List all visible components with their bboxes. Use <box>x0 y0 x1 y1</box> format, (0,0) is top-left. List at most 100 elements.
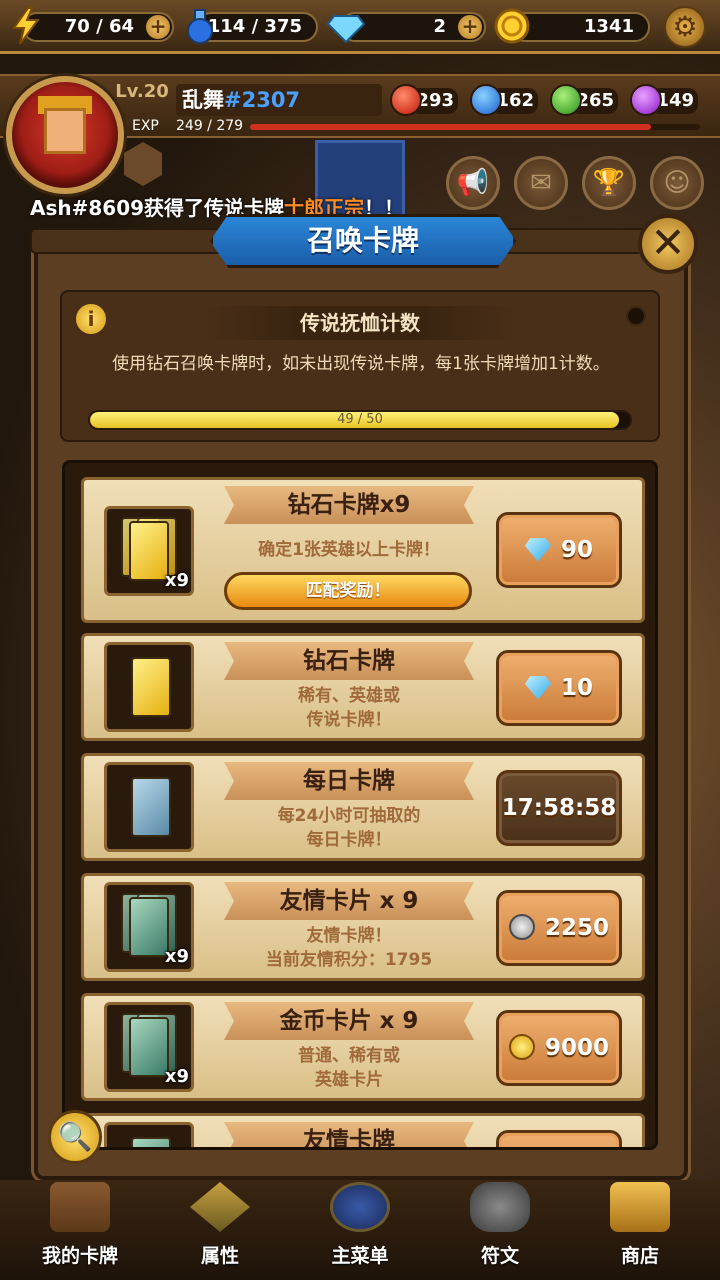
player-name-box: 乱舞#2307 <box>176 84 382 116</box>
purple-orb-icon <box>630 84 662 116</box>
price-value: 90 <box>560 537 593 563</box>
card-thumb: x9 <box>104 506 194 596</box>
pity-progress-text: 49 / 50 <box>337 412 383 427</box>
exp-value: 249 / 279 <box>176 118 244 134</box>
gold-coin-icon <box>494 8 530 44</box>
card-count: x9 <box>164 946 189 967</box>
nav-runes[interactable]: 符文 <box>430 1180 570 1280</box>
card-thumb: x9 <box>104 882 194 972</box>
card-title: 友情卡牌 <box>224 1122 474 1147</box>
settings-gear-icon[interactable]: ⚙ <box>664 6 706 48</box>
card-front-image <box>131 1137 171 1147</box>
card-row-daily: 每日卡牌 每24小时可抽取的 每日卡牌！ 17:58:58 <box>81 753 645 861</box>
buy-diamond-button[interactable]: 10 <box>496 650 622 726</box>
nav-label: 商店 <box>620 1245 659 1267</box>
player-name: 乱舞 <box>182 88 224 112</box>
rune-stone-icon <box>470 1182 530 1232</box>
nav-label: 符文 <box>480 1245 519 1267</box>
card-front-image <box>129 1017 169 1077</box>
card-row-diamond-x9: x9 钻石卡牌x9 确定1张英雄以上卡牌！ 匹配奖励！ 90 <box>81 477 645 623</box>
nav-shop[interactable]: 商店 <box>570 1180 710 1280</box>
price-value: 9000 <box>544 1035 609 1061</box>
dot-indicator-icon <box>626 306 646 326</box>
diamond-icon <box>524 538 551 562</box>
green-orb-icon <box>550 84 582 116</box>
nav-label: 我的卡牌 <box>41 1245 118 1267</box>
close-icon[interactable]: ✕ <box>638 214 698 274</box>
summon-card-list[interactable]: x9 钻石卡牌x9 确定1张英雄以上卡牌！ 匹配奖励！ 90 钻石卡牌 稀有、英… <box>62 460 658 1150</box>
treasure-chest-icon <box>610 1182 670 1232</box>
potion-value: 114 / 375 <box>207 16 302 37</box>
card-front-image <box>131 777 171 837</box>
card-description-line2: 传说卡牌！ <box>306 710 392 730</box>
card-front-image <box>129 897 169 957</box>
diamond-value: 2 <box>433 16 446 37</box>
card-thumb <box>104 1122 194 1147</box>
card-row-diamond: 钻石卡牌 稀有、英雄或 传说卡牌！ 10 <box>81 633 645 741</box>
nav-label: 属性 <box>200 1245 239 1267</box>
card-description: 确定1张英雄以上卡牌！ <box>258 540 440 560</box>
exp-bar <box>250 124 700 130</box>
buy-gold-x9-button[interactable]: 9000 <box>496 1010 622 1086</box>
card-title: 钻石卡牌x9 <box>224 486 474 524</box>
nav-label: 主菜单 <box>331 1245 389 1267</box>
pity-description: 使用钻石召唤卡牌时，如未出现传说卡牌，每1张卡牌增加1计数。 <box>112 354 610 374</box>
card-box-icon <box>50 1182 110 1232</box>
card-description-line2: 当前友情积分：1795 <box>265 950 433 970</box>
silver-coin-icon <box>508 913 535 940</box>
bonus-button[interactable]: 匹配奖励！ <box>224 572 472 610</box>
add-energy-button[interactable]: + <box>146 15 170 39</box>
card-description-line1: 每24小时可抽取的 <box>277 806 421 826</box>
bottom-nav: 我的卡牌 属性 主菜单 符文 商店 <box>0 1180 720 1280</box>
dialog-title: 召唤卡牌 <box>210 214 516 268</box>
buy-friendship-x9-button[interactable]: 2250 <box>496 890 622 966</box>
friends-icon[interactable]: ☺ <box>650 156 704 210</box>
exp-bar-fill <box>250 124 652 130</box>
card-row-friendship-x9: x9 友情卡片 x 9 友情卡牌！ 当前友情积分：1795 2250 <box>81 873 645 981</box>
buy-friendship-button[interactable] <box>496 1130 622 1147</box>
nav-attributes[interactable]: 属性 <box>150 1180 290 1280</box>
nav-main-menu[interactable]: 主菜单 <box>290 1180 430 1280</box>
price-value: 2250 <box>544 915 609 941</box>
diamond-icon <box>326 15 366 44</box>
card-title: 钻石卡牌 <box>224 642 474 680</box>
card-description-line1: 普通、稀有或 <box>298 1046 400 1066</box>
card-description-line1: 稀有、英雄或 <box>298 686 400 706</box>
exp-label: EXP <box>132 118 159 134</box>
megaphone-icon[interactable]: 📢 <box>446 156 500 210</box>
blue-orb-icon <box>470 84 502 116</box>
price-value: 10 <box>560 675 593 701</box>
info-icon[interactable]: i <box>76 304 106 334</box>
card-description-line2: 英雄卡片 <box>315 1070 383 1090</box>
potion-icon <box>187 9 213 44</box>
card-front-image <box>131 657 171 717</box>
buy-diamond-x9-button[interactable]: 90 <box>496 512 622 588</box>
red-orb-icon <box>390 84 422 116</box>
nav-my-cards[interactable]: 我的卡牌 <box>10 1180 150 1280</box>
search-magnifier-icon[interactable]: 🔍 <box>48 1110 102 1164</box>
card-thumb <box>104 762 194 852</box>
energy-value: 70 / 64 <box>64 16 134 37</box>
card-title: 每日卡牌 <box>224 762 474 800</box>
card-title: 友情卡片 x 9 <box>224 882 474 920</box>
card-row-friendship: 友情卡牌 <box>81 1113 645 1147</box>
diamond-icon <box>524 676 551 700</box>
avatar-face <box>44 108 86 154</box>
attribute-crystal-icon <box>190 1182 250 1232</box>
card-description-line2: 每日卡牌！ <box>306 830 392 850</box>
trophy-icon[interactable]: 🏆 <box>582 156 636 210</box>
card-front-image <box>129 521 169 581</box>
card-count: x9 <box>164 570 189 591</box>
card-title: 金币卡片 x 9 <box>224 1002 474 1040</box>
card-thumb: x9 <box>104 1002 194 1092</box>
lightning-icon <box>12 7 40 45</box>
add-diamond-button[interactable]: + <box>458 15 482 39</box>
mail-icon[interactable]: ✉ <box>514 156 568 210</box>
player-avatar[interactable] <box>6 76 124 194</box>
pity-title: 传说抚恤计数 <box>200 306 520 340</box>
card-row-gold-x9: x9 金币卡片 x 9 普通、稀有或 英雄卡片 9000 <box>81 993 645 1101</box>
card-count: x9 <box>164 1066 189 1087</box>
player-level: Lv.20 <box>115 81 169 102</box>
card-description-line1: 友情卡牌！ <box>306 926 392 946</box>
daily-timer-button[interactable]: 17:58:58 <box>496 770 622 846</box>
